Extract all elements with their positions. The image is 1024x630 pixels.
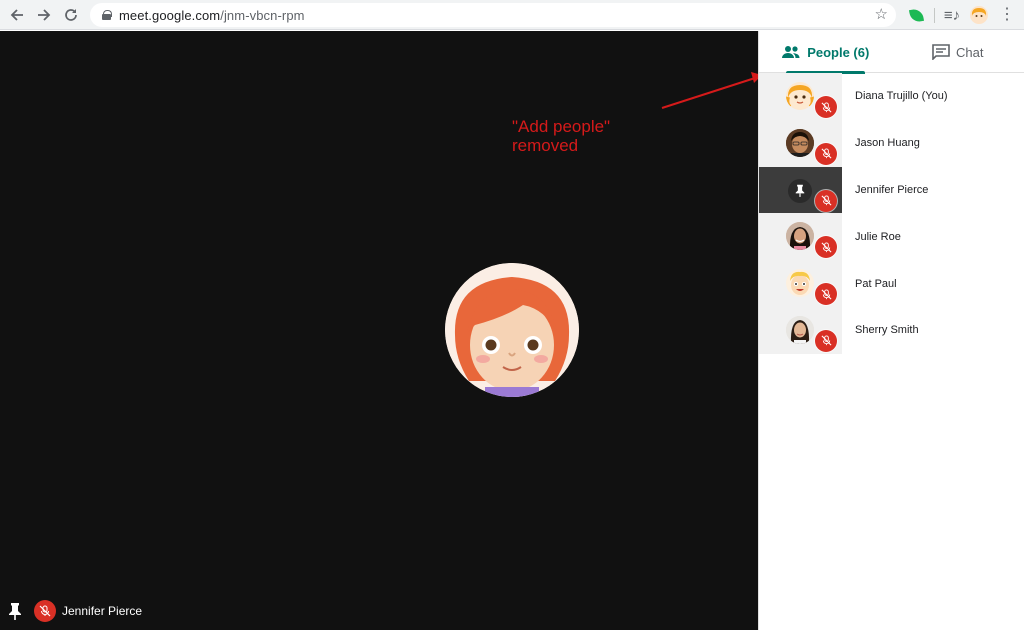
annotation-text: "Add people" removed xyxy=(512,117,611,155)
participant-thumbnail xyxy=(759,213,842,261)
participant-name: Diana Trujillo (You) xyxy=(855,90,948,103)
browser-toolbar: meet.google.com/jnm-vbcn-rpm ☆ ≡♪ ⋮ xyxy=(0,0,1024,30)
participant-thumbnail xyxy=(759,306,842,354)
reload-button[interactable] xyxy=(60,4,82,26)
address-bar[interactable]: meet.google.com/jnm-vbcn-rpm ☆ xyxy=(90,3,896,27)
video-stage: Jennifer Pierce xyxy=(0,31,758,630)
participant-thumbnail xyxy=(759,119,842,167)
stage-participant-name: Jennifer Pierce xyxy=(62,604,143,618)
cartoon-girl-avatar xyxy=(786,82,814,110)
list-item[interactable]: Jennifer Pierce xyxy=(759,166,1024,214)
participant-thumbnail xyxy=(759,73,842,120)
lock-icon xyxy=(102,10,112,20)
tab-people[interactable]: People (6) xyxy=(759,31,892,74)
more-menu-icon[interactable]: ⋮ xyxy=(999,5,1015,25)
tab-chat-label: Chat xyxy=(956,44,984,60)
forward-button[interactable] xyxy=(33,4,55,26)
mic-off-icon xyxy=(815,142,837,165)
participant-thumbnail xyxy=(759,166,842,214)
bookmark-star-icon[interactable]: ☆ xyxy=(875,5,888,23)
panel-tabs: People (6) Chat xyxy=(759,31,1024,74)
list-item[interactable]: Diana Trujillo (You) xyxy=(759,73,1024,120)
tab-people-label: People (6) xyxy=(807,44,870,60)
mic-off-icon xyxy=(815,189,837,212)
reload-icon xyxy=(65,9,77,21)
profile-avatar[interactable] xyxy=(969,5,989,25)
people-icon xyxy=(781,45,801,59)
list-item[interactable]: Sherry Smith xyxy=(759,306,1024,354)
pin-icon[interactable] xyxy=(8,602,24,620)
participant-name: Julie Roe xyxy=(855,230,901,243)
arrow-left-icon xyxy=(10,9,23,21)
url-path: /jnm-vbcn-rpm xyxy=(220,7,305,23)
chat-icon xyxy=(932,44,950,60)
back-button[interactable] xyxy=(6,4,28,26)
extension-leaf-icon[interactable] xyxy=(906,5,926,25)
toolbar-separator xyxy=(934,8,935,23)
photo-avatar xyxy=(786,222,814,251)
people-panel: People (6) Chat Diana Trujillo (You) Jas… xyxy=(758,31,1024,630)
participant-name: Pat Paul xyxy=(855,277,897,290)
tab-chat[interactable]: Chat xyxy=(892,31,1024,73)
mic-off-icon xyxy=(815,329,837,352)
participant-thumbnail xyxy=(759,260,842,307)
media-playlist-icon[interactable]: ≡♪ xyxy=(942,5,962,25)
participant-name: Jennifer Pierce xyxy=(855,183,929,196)
mic-off-icon xyxy=(815,283,837,306)
cartoon-boy-avatar xyxy=(786,269,814,298)
mic-off-icon xyxy=(34,600,56,622)
stage-name-bar: Jennifer Pierce xyxy=(8,600,142,622)
arrow-right-icon xyxy=(38,9,51,21)
participant-avatar xyxy=(445,263,579,397)
mic-off-icon xyxy=(815,96,837,118)
url-host: meet.google.com xyxy=(119,7,221,23)
photo-avatar xyxy=(786,128,814,157)
mic-off-icon xyxy=(815,236,837,259)
list-item[interactable]: Jason Huang xyxy=(759,119,1024,167)
list-item[interactable]: Pat Paul xyxy=(759,260,1024,307)
list-item[interactable]: Julie Roe xyxy=(759,213,1024,261)
participant-name: Sherry Smith xyxy=(855,324,919,337)
photo-avatar xyxy=(786,315,814,344)
people-list: Diana Trujillo (You) Jason Huang Jennife… xyxy=(759,73,1024,354)
pin-icon[interactable] xyxy=(788,178,812,203)
url-text: meet.google.com/jnm-vbcn-rpm xyxy=(119,8,305,23)
participant-name: Jason Huang xyxy=(855,137,920,150)
